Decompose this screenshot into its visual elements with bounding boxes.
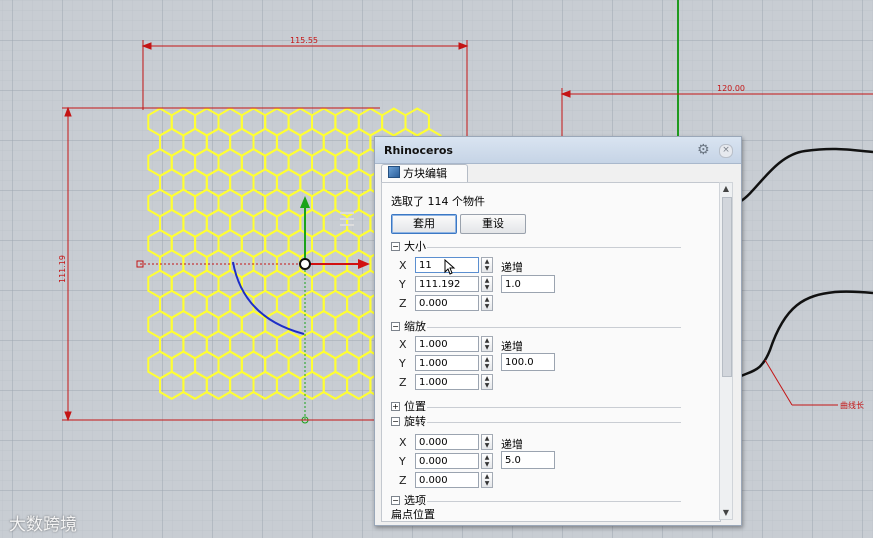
size-z-spinner[interactable]: ▲ ▼ — [481, 295, 493, 311]
size-x-label: X — [399, 259, 407, 272]
rotate-z-label: Z — [399, 474, 407, 487]
section-position-label: 位置 — [404, 400, 426, 413]
size-increment-field[interactable]: 1.0 — [501, 275, 555, 293]
rotate-x-field[interactable]: 0.000 — [415, 434, 479, 450]
scroll-down-icon[interactable]: ▼ — [721, 508, 731, 518]
scale-y-label: Y — [399, 357, 406, 370]
rotate-x-label: X — [399, 436, 407, 449]
size-increment-label: 递增 — [501, 261, 523, 274]
rhino-dialog: Rhinoceros ⚙ × 方块编辑 选取了 114 个物件 套用 重设 − 大… — [374, 136, 742, 526]
section-options[interactable]: − 选项 — [391, 494, 711, 508]
tab-block-edit[interactable]: 方块编辑 — [381, 164, 468, 183]
dialog-title: Rhinoceros — [384, 144, 453, 157]
dimension-top-label: 115.55 — [290, 36, 318, 45]
scale-z-field[interactable]: 1.000 — [415, 374, 479, 390]
panel-scrollbar[interactable]: ▲ ▼ — [719, 182, 733, 520]
close-icon[interactable]: × — [719, 144, 733, 158]
scale-z-spinner[interactable]: ▲ ▼ — [481, 374, 493, 390]
curve-length-label: 曲线长 — [840, 400, 864, 410]
block-icon — [388, 166, 400, 178]
scale-y-spinner[interactable]: ▲ ▼ — [481, 355, 493, 371]
section-scale-label: 缩放 — [404, 320, 426, 333]
reset-button[interactable]: 重设 — [460, 214, 526, 234]
collapse-icon: − — [391, 242, 400, 251]
scale-increment-label: 递增 — [501, 340, 523, 353]
rotate-y-label: Y — [399, 455, 406, 468]
section-position[interactable]: + 位置 — [391, 400, 711, 414]
size-y-label: Y — [399, 278, 406, 291]
section-scale[interactable]: − 缩放 — [391, 320, 711, 334]
mouse-cursor-icon — [444, 259, 456, 275]
size-x-spinner[interactable]: ▲ ▼ — [481, 257, 493, 273]
base-point-label: 扁点位置 — [391, 509, 435, 520]
gear-icon[interactable]: ⚙ — [697, 142, 710, 158]
selection-status: 选取了 114 个物件 — [391, 195, 485, 208]
rotate-increment-field[interactable]: 5.0 — [501, 451, 555, 469]
apply-button[interactable]: 套用 — [391, 214, 457, 234]
rotate-x-spinner[interactable]: ▲ ▼ — [481, 434, 493, 450]
section-rotate-label: 旋转 — [404, 415, 426, 428]
scale-z-label: Z — [399, 376, 407, 389]
section-size[interactable]: − 大小 — [391, 240, 711, 254]
expand-icon: + — [391, 402, 400, 411]
scale-x-spinner[interactable]: ▲ ▼ — [481, 336, 493, 352]
dimension-right-label: 120.00 — [717, 84, 745, 93]
size-y-spinner[interactable]: ▲ ▼ — [481, 276, 493, 292]
scrollbar-thumb[interactable] — [722, 197, 732, 377]
size-y-field[interactable]: 111.192 — [415, 276, 479, 292]
size-z-field[interactable]: 0.000 — [415, 295, 479, 311]
tab-label: 方块编辑 — [403, 167, 447, 180]
scale-y-field[interactable]: 1.000 — [415, 355, 479, 371]
rotate-y-spinner[interactable]: ▲ ▼ — [481, 453, 493, 469]
scale-x-field[interactable]: 1.000 — [415, 336, 479, 352]
rotate-increment-label: 递增 — [501, 438, 523, 451]
dimension-left-label: 111.19 — [58, 255, 67, 283]
rotate-z-field[interactable]: 0.000 — [415, 472, 479, 488]
rotate-y-field[interactable]: 0.000 — [415, 453, 479, 469]
collapse-icon: − — [391, 322, 400, 331]
section-size-label: 大小 — [404, 240, 426, 253]
section-options-label: 选项 — [404, 494, 426, 507]
collapse-icon: − — [391, 417, 400, 426]
scroll-up-icon[interactable]: ▲ — [721, 184, 731, 194]
scale-x-label: X — [399, 338, 407, 351]
watermark-logo: 大数跨境 — [9, 515, 77, 535]
collapse-icon: − — [391, 496, 400, 505]
size-z-label: Z — [399, 297, 407, 310]
dialog-titlebar[interactable]: Rhinoceros ⚙ × — [375, 137, 741, 164]
rotate-z-spinner[interactable]: ▲ ▼ — [481, 472, 493, 488]
panel-content: 选取了 114 个物件 套用 重设 − 大小 X 11 ▲ ▼ Y 111.192 … — [381, 182, 721, 522]
scale-increment-field[interactable]: 100.0 — [501, 353, 555, 371]
section-rotate[interactable]: − 旋转 — [391, 415, 711, 429]
